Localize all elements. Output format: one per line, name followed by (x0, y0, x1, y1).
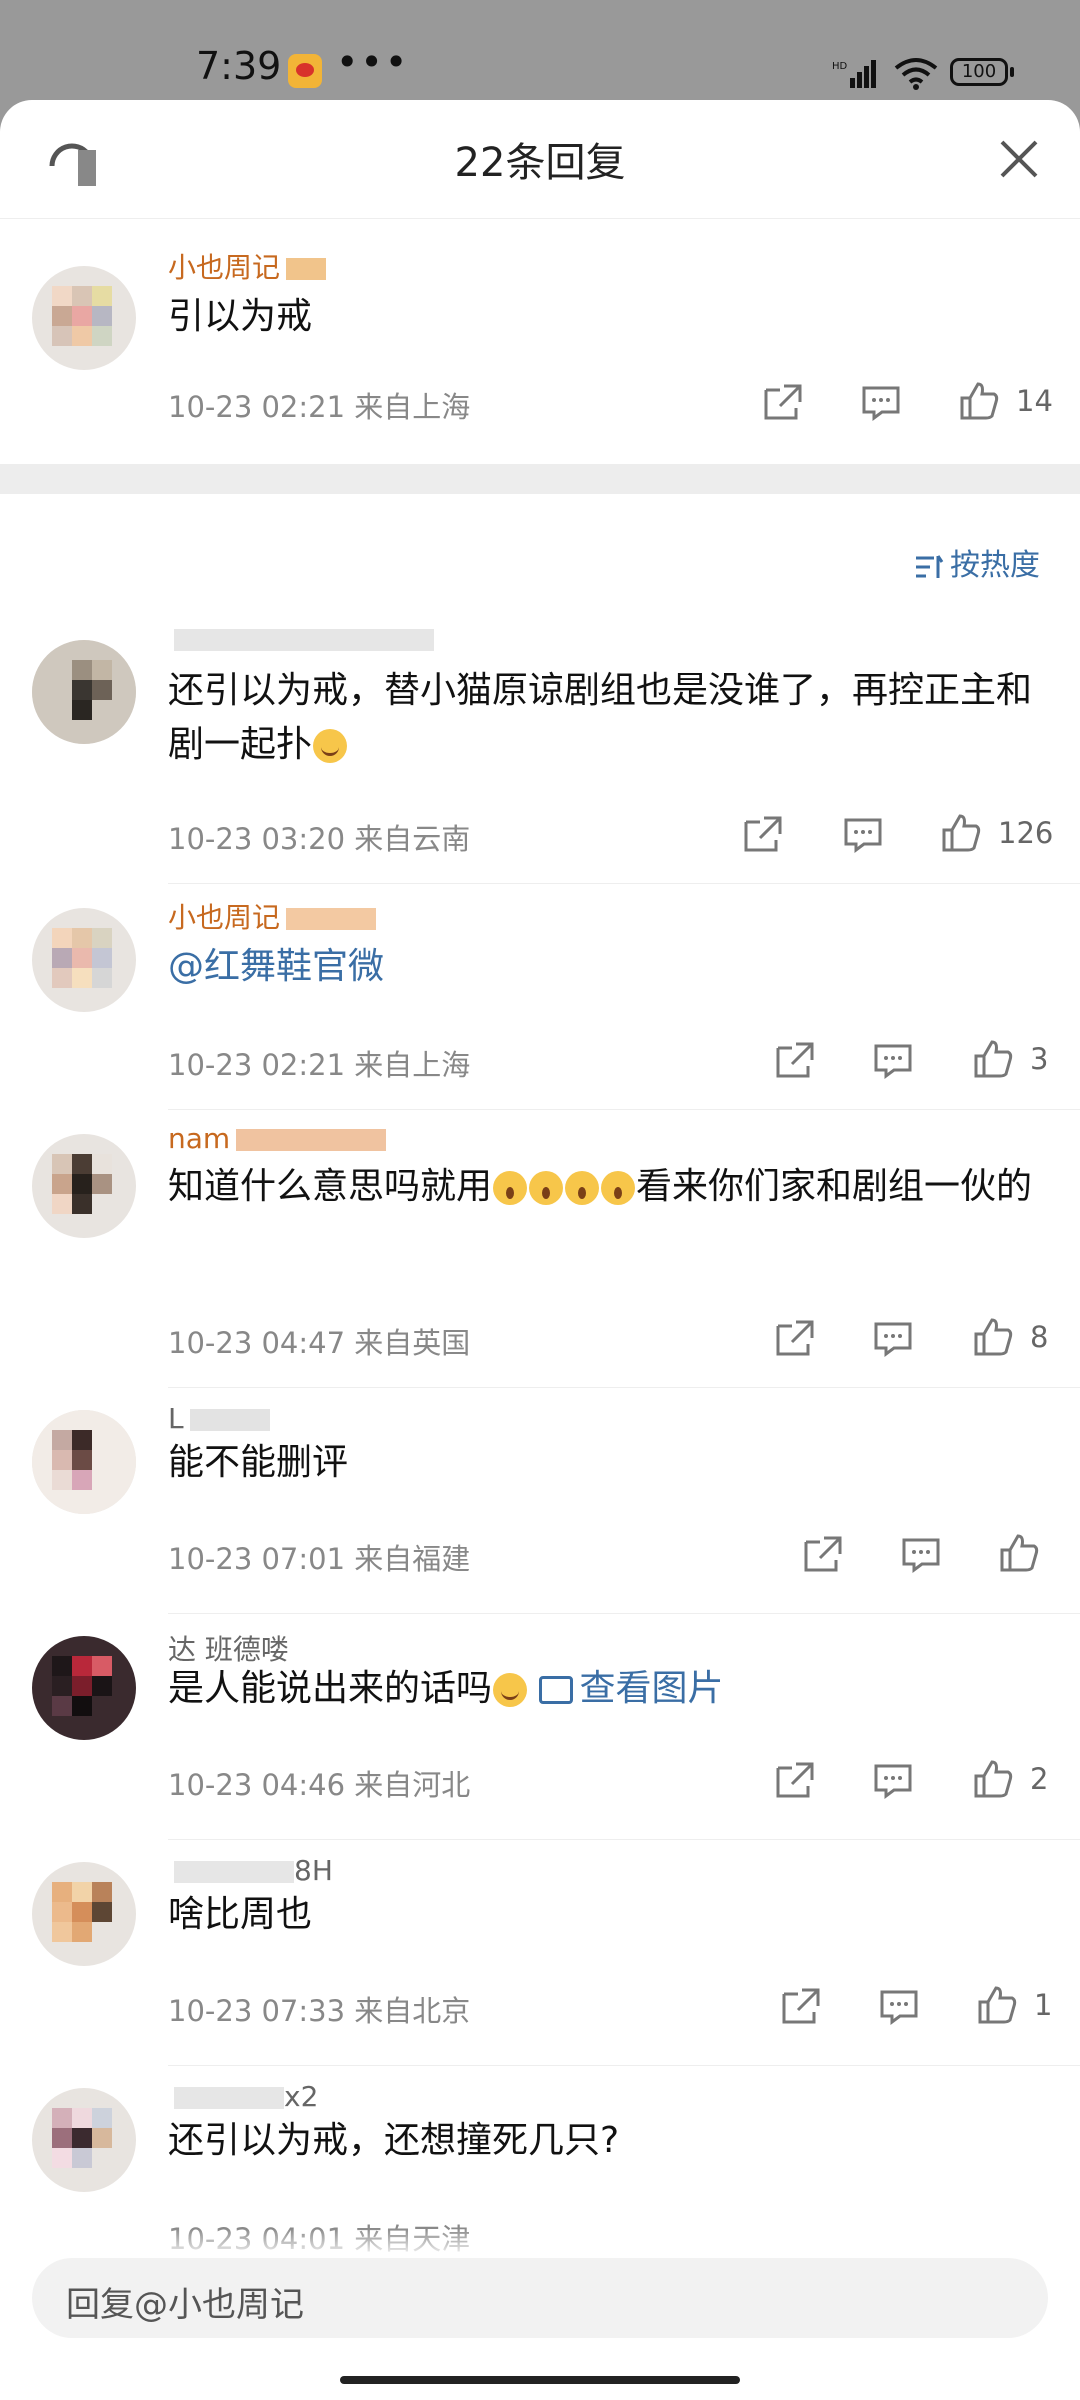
username[interactable]: L (168, 1402, 270, 1435)
username[interactable]: 小也周记 (168, 896, 377, 936)
page-title: 22条回复 (454, 140, 626, 186)
list-item: nam 知道什么意思吗就用 看来你们家和剧组一伙的 10-23 04:47 来自英… (0, 1110, 1080, 1388)
list-item: 小也周记 @红舞鞋官微 10-23 02:21 来自上海 3 (0, 884, 1080, 1110)
list-item: L 能不能删评 10-23 07:01 来自福建 (0, 1388, 1080, 1614)
comment-meta: 10-23 07:33 来自北京 (168, 1994, 471, 2028)
avatar[interactable] (32, 1862, 136, 1966)
username[interactable]: nam (168, 1122, 387, 1155)
like-count: 14 (1016, 384, 1053, 418)
share-icon[interactable] (774, 1760, 816, 1800)
smile-emoji-icon (313, 729, 348, 763)
comment-text: @红舞鞋官微 (168, 940, 1044, 994)
avatar[interactable] (32, 1134, 136, 1238)
sort-button[interactable]: 按热度 (914, 540, 1040, 584)
avatar[interactable] (32, 266, 136, 370)
comment-text: 是人能说出来的话吗 查看图片 (168, 1668, 724, 1709)
comment-meta: 10-23 02:21 来自上海 (168, 390, 471, 424)
list-item: 达 班德喽 是人能说出来的话吗 查看图片 10-23 04:46 来自河北 2 (0, 1614, 1080, 1840)
avatar[interactable] (32, 1410, 136, 1514)
like-count: 1 (1034, 1988, 1053, 2022)
share-icon[interactable] (774, 1040, 816, 1080)
more-notifications-icon: ••• (336, 40, 410, 84)
share-icon[interactable] (802, 1534, 844, 1574)
signal-icon: HD (832, 60, 876, 88)
root-comment: 小也周记 引以为戒 10-23 02:21 来自上海 14 (0, 218, 1080, 464)
avatar[interactable] (32, 640, 136, 744)
wifi-icon (894, 58, 938, 90)
status-bar: 7:39 ••• HD 100 (0, 0, 1080, 100)
comment-icon[interactable] (872, 1040, 914, 1080)
comment-icon[interactable] (842, 814, 884, 854)
like-icon[interactable] (972, 1038, 1014, 1078)
replies-sheet: 22条回复 小也周记 引以为戒 10-23 02:21 来自上海 14 按热度 (0, 100, 1080, 2400)
comment-meta: 10-23 04:46 来自河北 (168, 1768, 471, 1802)
comment-text: 知道什么意思吗就用 看来你们家和剧组一伙的 (168, 1166, 1033, 1207)
share-icon[interactable] (762, 382, 804, 422)
comment-text: 引以为戒 (168, 296, 313, 337)
avatar[interactable] (32, 1636, 136, 1740)
like-icon[interactable] (958, 380, 1000, 420)
close-icon[interactable] (998, 138, 1040, 180)
like-icon[interactable] (998, 1532, 1040, 1572)
comment-icon[interactable] (872, 1760, 914, 1800)
bottom-fade (0, 2228, 1080, 2258)
shocked-emoji-icon (601, 1171, 636, 1205)
like-count: 126 (998, 816, 1054, 850)
list-item: 还引以为戒，替小猫原谅剧组也是没谁了，再控正主和剧一起扑 10-23 03:20… (0, 620, 1080, 884)
home-indicator[interactable] (340, 2376, 740, 2384)
sheet-header: 22条回复 (0, 100, 1080, 218)
like-icon[interactable] (940, 812, 982, 852)
like-count: 2 (1030, 1762, 1049, 1796)
list-item: 8H 啥比周也 10-23 07:33 来自北京 1 (0, 1840, 1080, 2066)
comment-icon[interactable] (878, 1986, 920, 2026)
sort-icon (916, 554, 944, 578)
comment-icon[interactable] (872, 1318, 914, 1358)
avatar[interactable] (32, 2088, 136, 2192)
like-icon[interactable] (972, 1316, 1014, 1356)
username[interactable]: 小也周记 (168, 246, 327, 286)
like-icon[interactable] (976, 1984, 1018, 2024)
shocked-emoji-icon (493, 1171, 528, 1205)
comment-meta: 10-23 04:47 来自英国 (168, 1326, 471, 1360)
comment-icon[interactable] (900, 1534, 942, 1574)
comment-text: 啥比周也 (168, 1894, 313, 1935)
shocked-emoji-icon (529, 1171, 564, 1205)
comment-text: 还引以为戒，替小猫原谅剧组也是没谁了，再控正主和剧一起扑 (168, 670, 1033, 765)
comment-text: 能不能删评 (168, 1442, 349, 1483)
like-count: 8 (1030, 1320, 1049, 1354)
username[interactable] (168, 622, 434, 655)
reply-input[interactable]: 回复@小也周记 (32, 2258, 1048, 2338)
battery-indicator: 100 (950, 58, 1014, 86)
share-icon[interactable] (774, 1318, 816, 1358)
username[interactable]: x2 (168, 2080, 318, 2113)
comment-text: 还引以为戒，还想撞死几只? (168, 2120, 620, 2161)
smirk-emoji-icon (493, 1673, 528, 1707)
share-icon[interactable] (780, 1986, 822, 2026)
image-icon (539, 1676, 574, 1704)
list-item: x2 还引以为戒，还想撞死几只? 10-23 04:01 来自天津 (0, 2066, 1080, 2256)
like-count: 3 (1030, 1042, 1049, 1076)
shocked-emoji-icon (565, 1171, 600, 1205)
weibo-app-icon (288, 54, 322, 88)
comment-meta: 10-23 07:01 来自福建 (168, 1542, 471, 1576)
svg-text:HD: HD (832, 61, 848, 72)
section-divider (0, 464, 1080, 494)
username[interactable]: 8H (168, 1854, 333, 1887)
share-icon[interactable] (742, 814, 784, 854)
view-image-link[interactable]: 查看图片 (539, 1668, 723, 1709)
comment-icon[interactable] (860, 382, 902, 422)
status-time: 7:39 (196, 44, 282, 88)
comment-meta: 10-23 03:20 来自云南 (168, 822, 471, 856)
mention-link[interactable]: @红舞鞋官微 (168, 946, 384, 987)
avatar[interactable] (32, 908, 136, 1012)
comment-meta: 10-23 02:21 来自上海 (168, 1048, 471, 1082)
like-icon[interactable] (972, 1758, 1014, 1798)
